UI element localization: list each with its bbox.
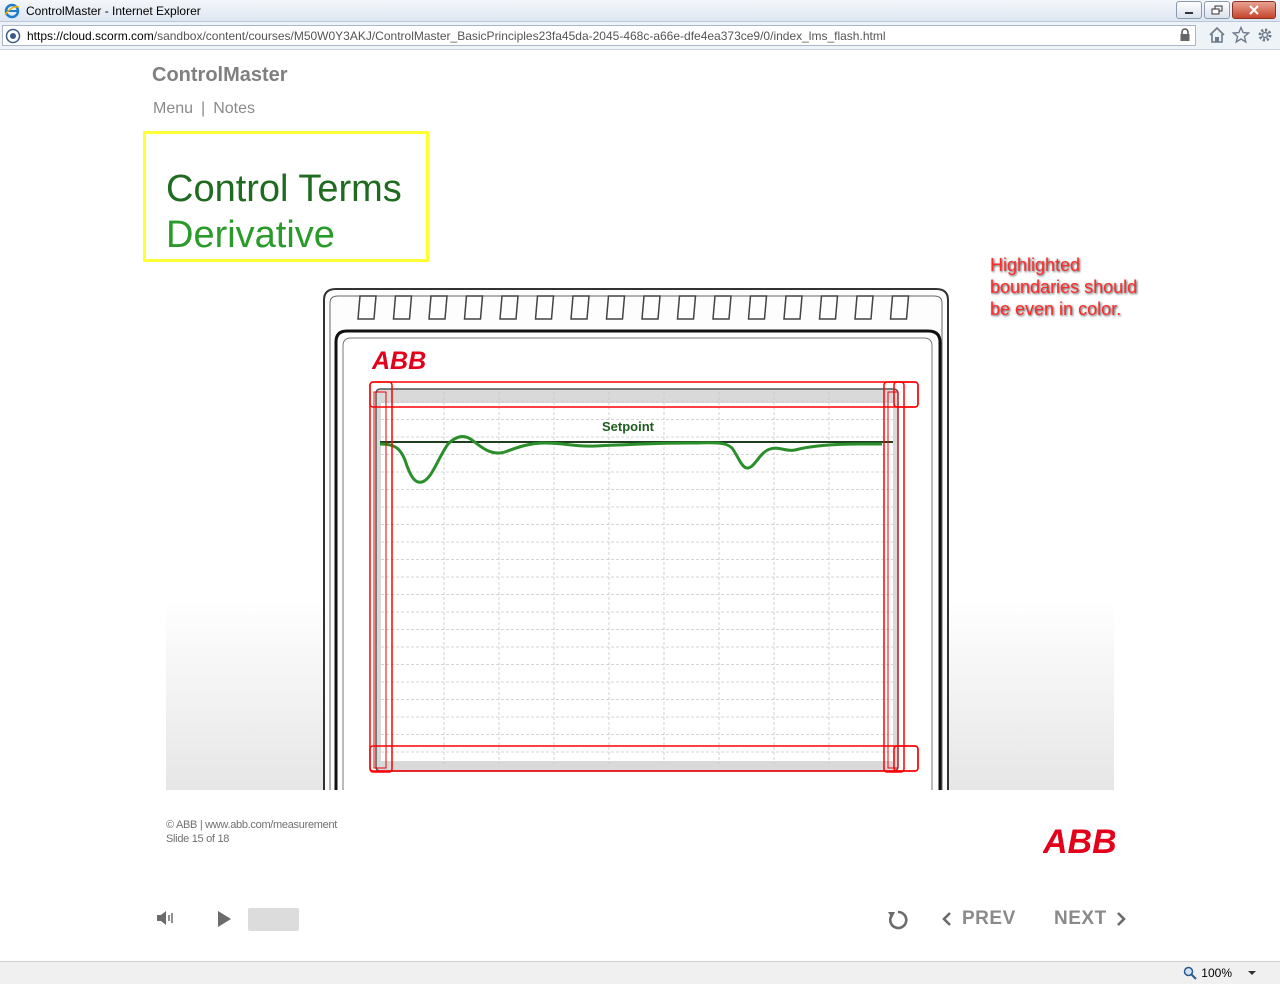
vent-slot — [818, 295, 839, 320]
setpoint-label: Setpoint — [602, 419, 655, 434]
replay-button[interactable] — [884, 906, 912, 934]
playback-progress-bar[interactable] — [248, 908, 299, 931]
chevron-down-icon — [1248, 971, 1256, 975]
chevron-left-icon — [942, 912, 951, 926]
vent-slot — [676, 295, 697, 320]
play-icon — [218, 911, 231, 927]
vent-slot — [570, 295, 590, 320]
copyright-text: © ABB | www.abb.com/measurement — [166, 819, 338, 831]
replay-icon — [888, 910, 908, 930]
abb-logo-text: ABB — [1043, 824, 1115, 856]
vent-slot — [747, 295, 768, 320]
zoom-control[interactable]: 100% — [1183, 966, 1256, 980]
vent-slot — [605, 295, 626, 320]
zoom-magnifier-icon — [1184, 966, 1198, 980]
abb-logo: ABB — [1043, 824, 1115, 856]
vent-slot — [641, 295, 661, 320]
vent-slot — [463, 295, 484, 320]
vent-slot — [783, 295, 803, 320]
annotation-line-3: be even in color. — [990, 299, 1122, 319]
speaker-icon — [157, 911, 173, 925]
play-button[interactable] — [212, 907, 236, 931]
vent-slot — [534, 295, 555, 320]
prev-chevron[interactable] — [938, 908, 956, 930]
vent-slot — [428, 295, 448, 320]
vent-slot — [392, 295, 413, 320]
slide-counter: Slide 15 of 18 — [166, 833, 230, 845]
status-bar: 100% — [0, 961, 1280, 984]
next-button[interactable]: NEXT — [1054, 908, 1107, 930]
vent-slot — [854, 295, 874, 320]
prev-button[interactable]: PREV — [962, 908, 1016, 930]
vent-slot — [889, 295, 910, 320]
next-chevron[interactable] — [1112, 908, 1130, 930]
review-annotation: Highlighted boundaries should be even in… — [990, 254, 1137, 320]
vent-slot — [357, 295, 377, 320]
chevron-right-icon — [1117, 912, 1126, 926]
zoom-level: 100% — [1201, 966, 1232, 980]
annotation-line-1: Highlighted — [990, 255, 1081, 275]
recorder-illustration: ABB Setpoint — [323, 288, 949, 790]
device-abb-logo: ABB — [371, 347, 426, 375]
footer-info: © ABB | www.abb.com/measurement Slide 15… — [166, 818, 337, 846]
mute-button[interactable] — [154, 906, 178, 930]
vent-slot — [499, 295, 519, 320]
annotation-line-2: boundaries should — [990, 277, 1138, 297]
vent-slot — [712, 295, 732, 320]
